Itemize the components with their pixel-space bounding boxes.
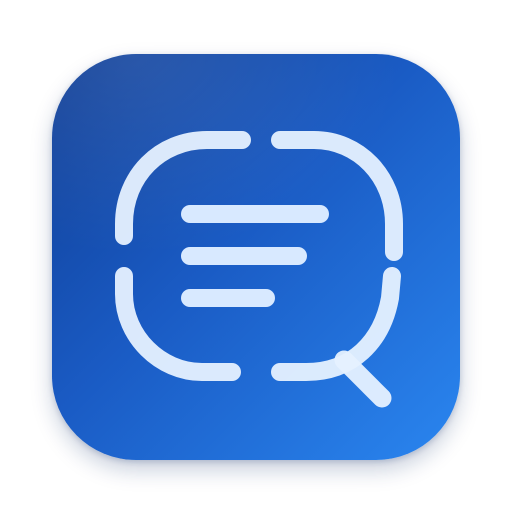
desktop-background (0, 0, 512, 512)
text-lines-icon (181, 205, 329, 307)
chat-search-glyph (115, 131, 403, 408)
app-icon[interactable] (52, 54, 460, 460)
magnifier-handle-icon (334, 350, 392, 408)
bubble-top-right-segment (271, 131, 403, 261)
